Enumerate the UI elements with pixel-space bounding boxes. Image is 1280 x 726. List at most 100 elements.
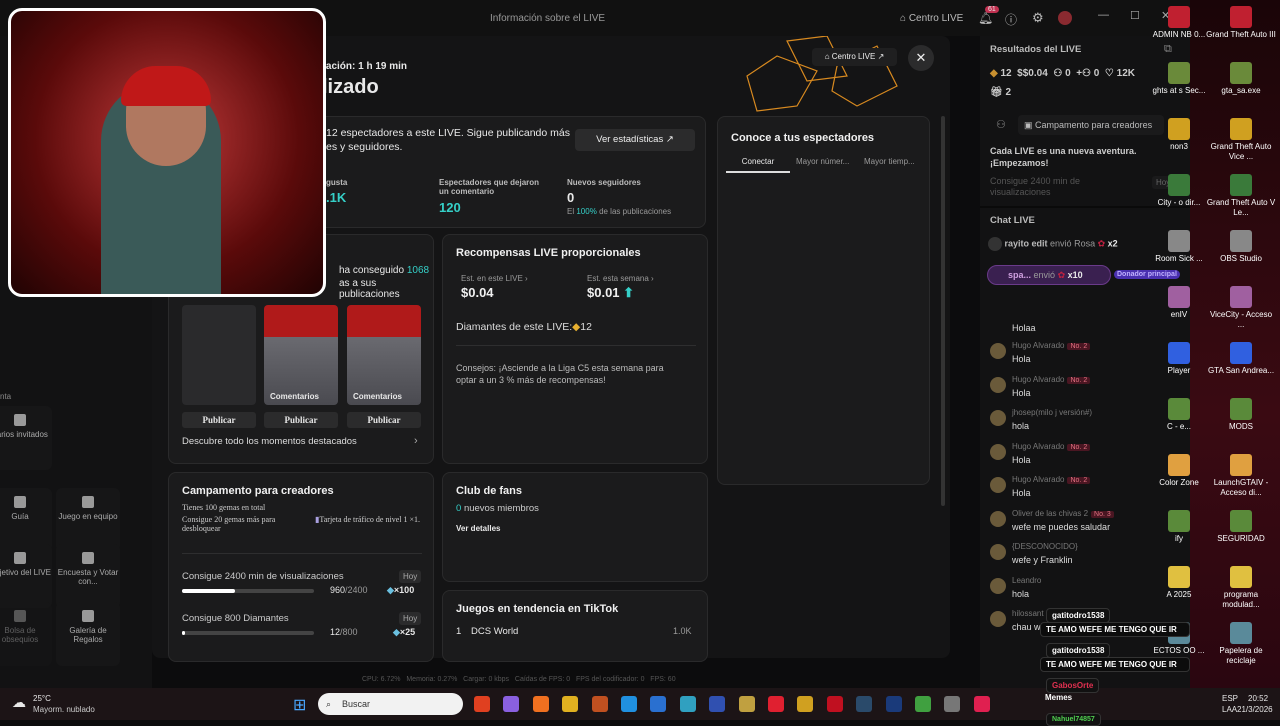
desktop-shortcut[interactable]: ADMIN NB 0... bbox=[1144, 6, 1214, 40]
desktop-shortcut[interactable]: ghts at s Sec... bbox=[1144, 62, 1214, 96]
avatar[interactable] bbox=[990, 343, 1006, 359]
taskbar-app-icon[interactable] bbox=[474, 696, 490, 712]
taskbar-app-icon[interactable] bbox=[621, 696, 637, 712]
desktop-shortcut[interactable]: GTA San Andrea... bbox=[1206, 342, 1276, 376]
tool-bolsa[interactable]: Bolsa de obsequios bbox=[0, 602, 52, 666]
help-icon[interactable]: ⓘ bbox=[1005, 11, 1017, 28]
close-modal-button[interactable]: ✕ bbox=[908, 45, 934, 71]
est-live-link[interactable]: Est. en este LIVE › bbox=[461, 274, 528, 283]
desktop-shortcut[interactable]: ViceCity - Acceso ... bbox=[1206, 286, 1276, 330]
taskbar-search[interactable]: ⌕ Buscar bbox=[318, 693, 463, 715]
highlight-thumbnail[interactable]: Comentarios bbox=[264, 305, 338, 405]
trending-game[interactable]: DCS World bbox=[471, 626, 518, 637]
tab-conectar[interactable]: Conectar bbox=[726, 157, 790, 173]
bell-icon[interactable]: 🔔︎ bbox=[978, 11, 993, 25]
taskbar-app-icon[interactable] bbox=[532, 696, 549, 712]
taskbar-app-icon[interactable] bbox=[562, 696, 579, 712]
desktop-shortcut[interactable]: Grand Theft Auto V Le... bbox=[1206, 174, 1276, 218]
desktop-shortcut[interactable]: Papelera de reciclaje bbox=[1206, 622, 1276, 666]
chat-username[interactable]: hilossant bbox=[1012, 609, 1044, 618]
avatar[interactable] bbox=[990, 410, 1006, 426]
chat-username[interactable]: Oliver de las chivas 2 No. 3 bbox=[1012, 509, 1114, 518]
desktop-shortcut[interactable]: gta_sa.exe bbox=[1206, 62, 1276, 96]
tab-mayor-numero[interactable]: Mayor númer... bbox=[796, 157, 849, 166]
desktop-shortcut[interactable]: Color Zone bbox=[1144, 454, 1214, 488]
temperature[interactable]: 25°C bbox=[33, 694, 51, 703]
taskbar-app-icon[interactable] bbox=[826, 696, 843, 712]
taskbar-app-icon[interactable] bbox=[973, 696, 990, 712]
desktop-shortcut[interactable]: programa modulad... bbox=[1206, 566, 1276, 610]
desktop-shortcut[interactable]: Grand Theft Auto III bbox=[1206, 6, 1276, 40]
discover-highlights-link[interactable]: Descubre todo los momentos destacados bbox=[182, 436, 357, 447]
chat-username[interactable]: Hugo Alvarado No. 2 bbox=[1012, 341, 1091, 350]
chat-username[interactable]: Hugo Alvarado No. 2 bbox=[1012, 475, 1091, 484]
desktop-shortcut[interactable]: OBS Studio bbox=[1206, 230, 1276, 264]
minimize-button[interactable]: — bbox=[1098, 9, 1109, 21]
clock-date[interactable]: 21/3/2026 bbox=[1237, 705, 1273, 714]
avatar[interactable] bbox=[990, 611, 1006, 627]
avatar[interactable] bbox=[990, 477, 1006, 493]
taskbar-app-icon[interactable] bbox=[738, 696, 755, 712]
weather-text[interactable]: Mayorm. nublado bbox=[33, 705, 95, 714]
scrollbar[interactable] bbox=[941, 116, 945, 506]
publish-button[interactable]: Publicar bbox=[264, 412, 338, 428]
avatar[interactable] bbox=[990, 577, 1006, 594]
tool-encuesta[interactable]: Encuesta y Votar con... bbox=[56, 544, 120, 608]
chat-username[interactable]: {DESCONOCIDO} bbox=[1012, 542, 1078, 551]
chat-username[interactable]: Hugo Alvarado No. 2 bbox=[1012, 375, 1091, 384]
desktop-shortcut[interactable]: SEGURIDAD bbox=[1206, 510, 1276, 544]
desktop-shortcut[interactable]: ify bbox=[1144, 510, 1214, 544]
desktop-shortcut[interactable]: A 2025 bbox=[1144, 566, 1214, 600]
taskbar-app-icon[interactable] bbox=[768, 696, 784, 712]
taskbar-app-icon[interactable] bbox=[591, 696, 608, 712]
ver-detalles-link[interactable]: Ver detalles bbox=[456, 524, 500, 533]
chat-username[interactable]: Hugo Alvarado No. 2 bbox=[1012, 442, 1091, 451]
desktop-shortcut[interactable]: City - o dir... bbox=[1144, 174, 1214, 208]
centro-live-button[interactable]: ⌂ Centro LIVE ↗ bbox=[812, 48, 897, 66]
maximize-button[interactable]: ☐ bbox=[1130, 9, 1140, 22]
taskbar-app-icon[interactable] bbox=[915, 696, 931, 712]
est-week-link[interactable]: Est. esta semana › bbox=[587, 274, 654, 283]
tool-guia[interactable]: Guía bbox=[0, 488, 52, 552]
desktop-shortcut[interactable]: LaunchGTAIV - Acceso di... bbox=[1206, 454, 1276, 498]
clock-time[interactable]: 20:52 bbox=[1248, 694, 1268, 703]
chat-username[interactable]: Leandro bbox=[1012, 576, 1041, 585]
avatar[interactable] bbox=[990, 544, 1006, 560]
taskbar-app-icon[interactable] bbox=[679, 696, 696, 712]
desktop-shortcut[interactable]: Room Sick ... bbox=[1144, 230, 1214, 264]
desktop-shortcut[interactable]: non3 bbox=[1144, 118, 1214, 152]
taskbar-app-icon[interactable] bbox=[650, 696, 667, 712]
taskbar-app-icon[interactable] bbox=[856, 696, 873, 712]
windows-start-icon[interactable]: ⊞ bbox=[293, 695, 306, 715]
highlight-thumbnail[interactable] bbox=[182, 305, 256, 405]
desktop-shortcut[interactable]: enIV bbox=[1144, 286, 1214, 320]
chevron-right-icon[interactable]: › bbox=[414, 435, 418, 447]
language-layout[interactable]: LAA bbox=[1222, 705, 1237, 714]
chat-username[interactable]: jhosep(milo j versión#) bbox=[1012, 408, 1092, 417]
taskbar-app-icon[interactable] bbox=[797, 696, 814, 712]
tab-mayor-tiempo[interactable]: Mayor tiemp... bbox=[864, 157, 915, 166]
desktop-shortcut[interactable]: MODS bbox=[1206, 398, 1276, 432]
avatar[interactable] bbox=[990, 443, 1006, 460]
taskbar-app-icon[interactable] bbox=[503, 696, 520, 712]
gear-icon[interactable]: ⚙ bbox=[1032, 10, 1044, 26]
publish-button[interactable]: Publicar bbox=[347, 412, 421, 428]
user-icon[interactable]: ⚇ bbox=[996, 118, 1006, 131]
tool-galeria[interactable]: Galería de Regalos bbox=[56, 602, 120, 666]
desktop-shortcut[interactable]: C - e... bbox=[1144, 398, 1214, 432]
creator-camp-button[interactable]: ▣ Campamento para creadores bbox=[1018, 115, 1164, 135]
avatar[interactable] bbox=[1058, 11, 1072, 25]
tool-juego-en-equipo[interactable]: Juego en equipo bbox=[56, 488, 120, 552]
highlight-thumbnail[interactable]: Comentarios bbox=[347, 305, 421, 405]
avatar[interactable] bbox=[990, 376, 1006, 393]
publish-button[interactable]: Publicar bbox=[182, 412, 256, 428]
taskbar-app-icon[interactable] bbox=[709, 696, 726, 712]
tool-varios-invitados[interactable]: Varios invitados bbox=[0, 406, 52, 470]
avatar[interactable] bbox=[990, 510, 1006, 527]
desktop-shortcut[interactable]: Player bbox=[1144, 342, 1214, 376]
taskbar-app-icon[interactable] bbox=[885, 696, 902, 712]
taskbar-app-icon[interactable] bbox=[944, 696, 961, 712]
language[interactable]: ESP bbox=[1222, 694, 1238, 703]
popout-icon[interactable]: ⧉ bbox=[1164, 43, 1172, 56]
desktop-shortcut[interactable]: Grand Theft Auto Vice ... bbox=[1206, 118, 1276, 162]
